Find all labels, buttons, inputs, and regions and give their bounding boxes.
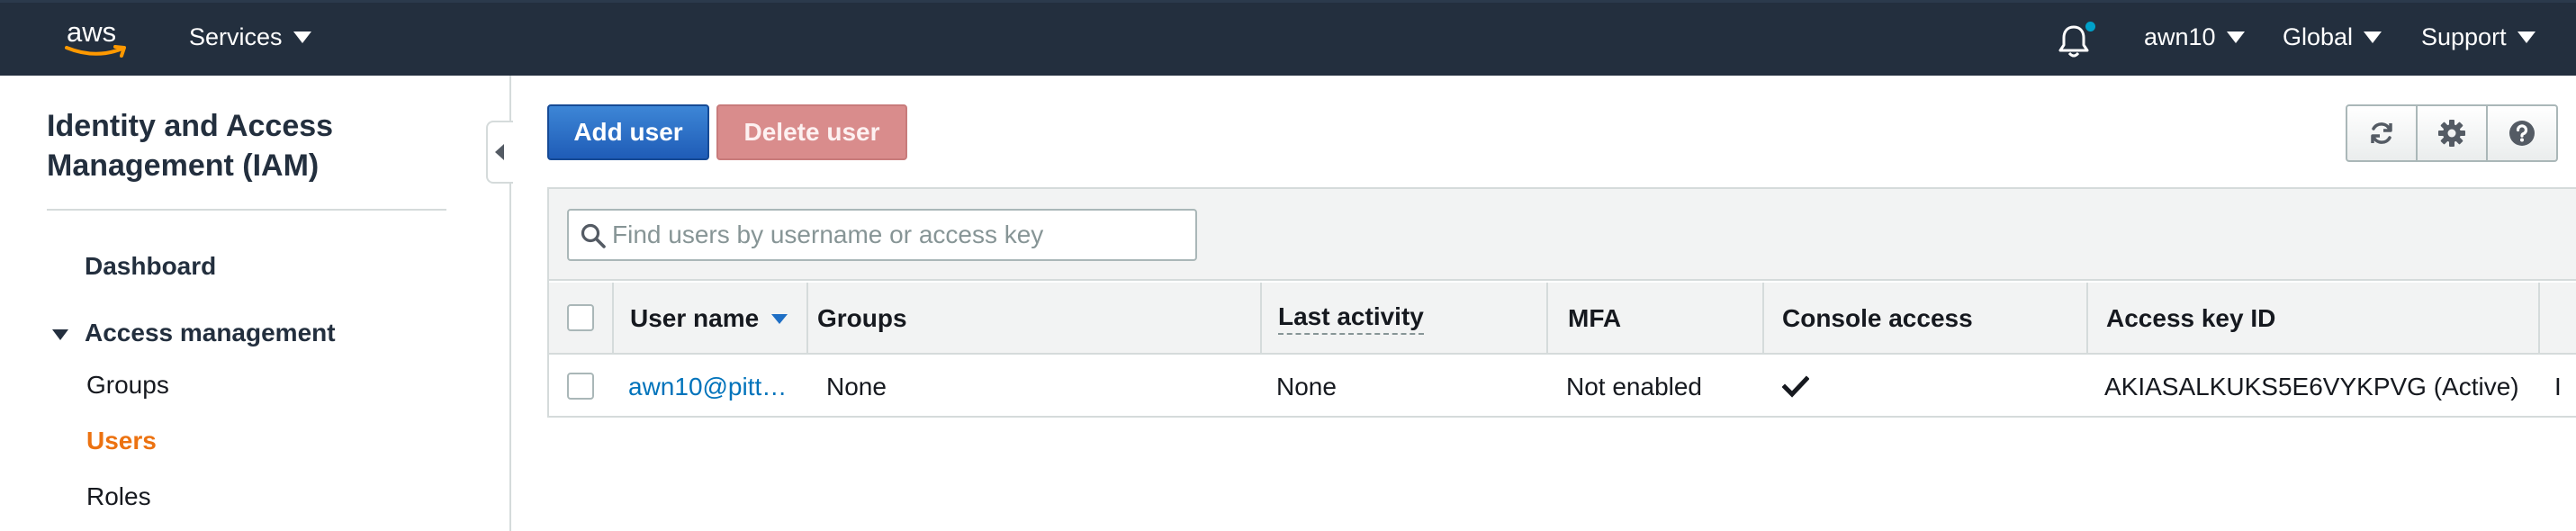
help-icon (2509, 121, 2535, 146)
sort-descending-icon (771, 313, 788, 324)
refresh-icon (2371, 122, 2392, 144)
row-checkbox[interactable] (567, 373, 594, 400)
sidebar-collapse-button[interactable] (486, 121, 513, 184)
chevron-down-icon (2364, 32, 2382, 43)
services-label: Services (189, 23, 283, 50)
users-table: User name Groups Last activity MFA Conso… (547, 187, 2576, 418)
column-header-user-name[interactable]: User name (612, 283, 788, 355)
search-input[interactable] (612, 218, 1179, 252)
settings-button[interactable] (2418, 106, 2488, 160)
region-menu[interactable]: Global (2283, 23, 2382, 51)
sidebar-section-access-management[interactable]: Access management (85, 319, 336, 347)
account-menu[interactable]: awn10 (2144, 23, 2245, 51)
column-label: Console access (1782, 304, 1973, 332)
aws-logo[interactable]: aws (65, 14, 133, 59)
chevron-down-icon (293, 32, 311, 43)
sidebar-item-groups[interactable]: Groups (86, 371, 169, 400)
column-label: MFA (1568, 304, 1622, 332)
column-header-console-access[interactable]: Console access (1762, 283, 1973, 355)
groups-cell: None (826, 373, 887, 400)
refresh-button[interactable] (2347, 106, 2418, 160)
column-header-last-activity[interactable]: Last activity (1260, 283, 1424, 355)
sidebar-item-roles[interactable]: Roles (86, 482, 151, 511)
sidebar-item-dashboard[interactable]: Dashboard (85, 252, 216, 281)
column-label: Last activity (1278, 302, 1424, 335)
filter-bar (549, 189, 2576, 281)
sidebar-item-users[interactable]: Users (86, 427, 157, 455)
notification-dot (2085, 22, 2095, 32)
column-header-mfa[interactable]: MFA (1546, 283, 1621, 355)
user-name-link[interactable]: awn10@pitt… (628, 356, 799, 418)
table-header: User name Groups Last activity MFA Conso… (549, 283, 2576, 355)
aws-smile-icon (65, 45, 126, 58)
access-key-id-cell: AKIASALKUKS5E6VYKPVG (Active) (2104, 373, 2519, 400)
add-user-button[interactable]: Add user (547, 104, 709, 160)
search-box[interactable] (567, 209, 1197, 261)
column-header-access-key-id[interactable]: Access key ID (2086, 283, 2275, 355)
top-navigation-bar: aws Services awn10 Global Support (0, 0, 2576, 76)
overflow-cell: I (2554, 373, 2562, 400)
check-icon (1782, 375, 1809, 398)
chevron-down-icon (2517, 32, 2535, 43)
help-button[interactable] (2488, 106, 2556, 160)
column-label: Access key ID (2106, 304, 2276, 332)
select-all-checkbox[interactable] (567, 304, 594, 331)
console-access-cell (1782, 356, 1809, 418)
region-label: Global (2283, 23, 2354, 50)
sidebar: Identity and Access Management (IAM) Das… (0, 76, 511, 531)
last-activity-cell: None (1276, 373, 1337, 400)
sidebar-divider (47, 209, 446, 211)
table-actions-group (2346, 104, 2558, 162)
account-label: awn10 (2144, 23, 2216, 50)
mfa-cell: Not enabled (1566, 373, 1703, 400)
column-header-overflow (2538, 283, 2576, 355)
caret-down-icon[interactable] (52, 329, 68, 340)
sidebar-title: Identity and Access Management (IAM) (47, 109, 334, 183)
table-row[interactable]: awn10@pitt… None None Not enabled AKIASA… (549, 356, 2576, 418)
search-icon (581, 223, 606, 248)
delete-user-button[interactable]: Delete user (716, 104, 907, 160)
support-label: Support (2421, 23, 2507, 50)
aws-logo-text: aws (67, 16, 117, 48)
column-label: Groups (817, 304, 907, 332)
column-label: User name (630, 304, 760, 332)
gear-icon (2438, 120, 2465, 147)
support-menu[interactable]: Support (2421, 23, 2535, 51)
top-border (0, 0, 2576, 3)
column-header-groups[interactable]: Groups (806, 283, 907, 355)
chevron-left-icon (495, 144, 504, 160)
chevron-down-icon (2226, 32, 2245, 43)
services-menu[interactable]: Services (189, 23, 311, 51)
